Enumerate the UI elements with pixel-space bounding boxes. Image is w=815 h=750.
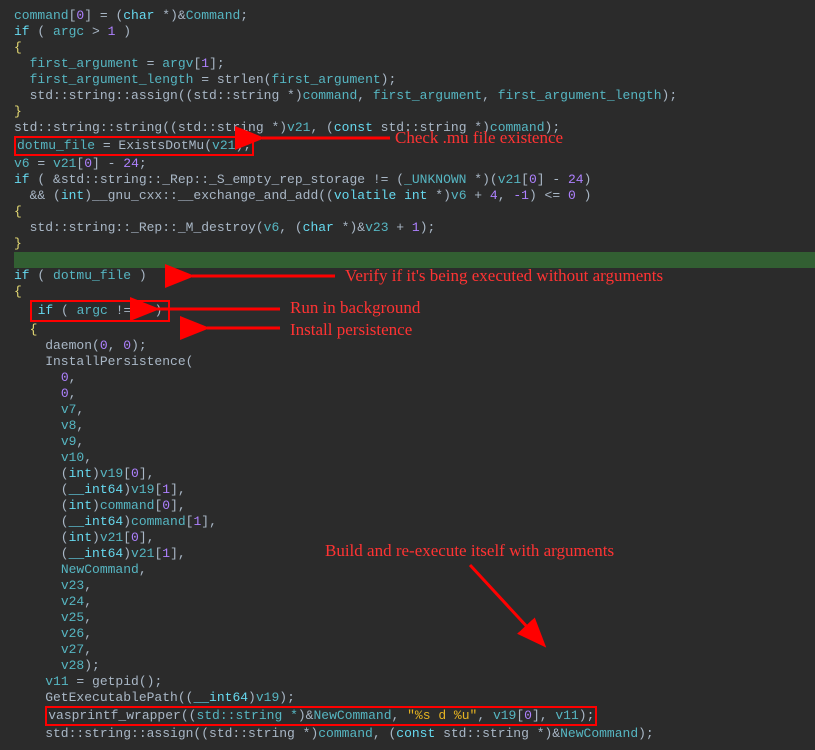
code-line: v9, xyxy=(14,434,815,450)
code-line: (__int64)v19[1], xyxy=(14,482,815,498)
code-line: 0, xyxy=(14,386,815,402)
code-line: if ( dotmu_file ) xyxy=(14,268,815,284)
code-line: 0, xyxy=(14,370,815,386)
code-line: v8, xyxy=(14,418,815,434)
decompiled-code-view: command[0] = (char *)&Command; if ( argc… xyxy=(0,0,815,750)
code-line: v10, xyxy=(14,450,815,466)
code-line: if ( argc > 1 ) xyxy=(14,24,815,40)
code-line: std::string::string((std::string *)v21, … xyxy=(14,120,815,136)
code-line: v6 = v21[0] - 24; xyxy=(14,156,815,172)
code-line: v11 = getpid(); xyxy=(14,674,815,690)
highlighted-line xyxy=(14,252,815,268)
code-line: v27, xyxy=(14,642,815,658)
code-line: v25, xyxy=(14,610,815,626)
code-line: v28); xyxy=(14,658,815,674)
code-line: { xyxy=(14,284,815,300)
code-line: GetExecutablePath((__int64)v19); xyxy=(14,690,815,706)
code-line: (int)command[0], xyxy=(14,498,815,514)
code-line: std::string::_Rep::_M_destroy(v6, (char … xyxy=(14,220,815,236)
code-line: first_argument_length = strlen(first_arg… xyxy=(14,72,815,88)
code-line: InstallPersistence( xyxy=(14,354,815,370)
code-line: v24, xyxy=(14,594,815,610)
code-line: std::string::assign((std::string *)comma… xyxy=(14,88,815,104)
code-line: command[0] = (char *)&Command; xyxy=(14,8,815,24)
code-line: if ( &std::string::_Rep::_S_empty_rep_st… xyxy=(14,172,815,188)
code-line: { xyxy=(14,322,815,338)
code-line: { xyxy=(14,40,815,56)
code-line: { xyxy=(14,204,815,220)
code-line: v23, xyxy=(14,578,815,594)
code-line: daemon(0, 0); xyxy=(14,338,815,354)
code-line: } xyxy=(14,104,815,120)
code-line: dotmu_file = ExistsDotMu(v21); xyxy=(14,136,815,156)
code-line: (int)v19[0], xyxy=(14,466,815,482)
code-line: (int)v21[0], xyxy=(14,530,815,546)
code-line: v7, xyxy=(14,402,815,418)
code-line: } xyxy=(14,236,815,252)
code-line: if ( argc != 3 ) xyxy=(14,300,815,322)
code-line: (__int64)command[1], xyxy=(14,514,815,530)
code-line: std::string::assign((std::string *)comma… xyxy=(14,726,815,742)
code-line: (__int64)v21[1], xyxy=(14,546,815,562)
code-line: && (int)__gnu_cxx::__exchange_and_add((v… xyxy=(14,188,815,204)
code-line: vasprintf_wrapper((std::string *)&NewCom… xyxy=(14,706,815,726)
code-line: first_argument = argv[1]; xyxy=(14,56,815,72)
code-line: v26, xyxy=(14,626,815,642)
code-line: NewCommand, xyxy=(14,562,815,578)
